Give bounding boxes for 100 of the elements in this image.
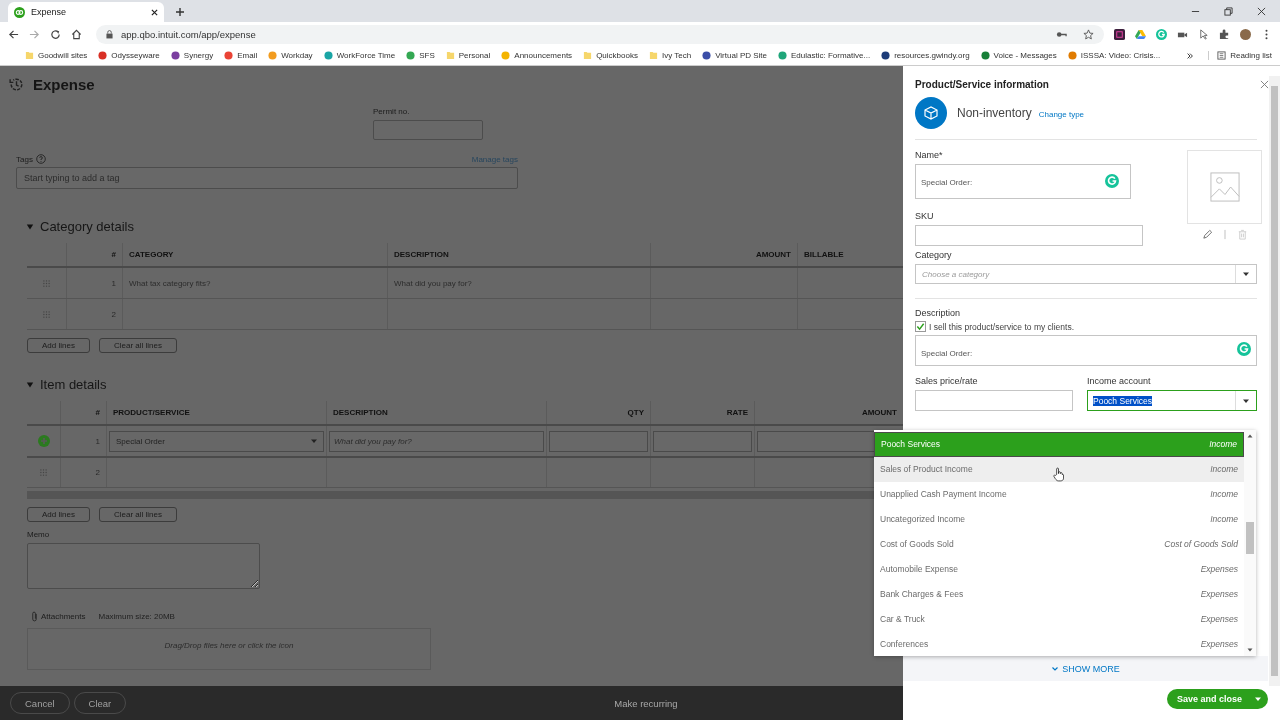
close-icon[interactable] [1257, 7, 1266, 16]
field-label: Income account [1087, 376, 1152, 386]
site-icon [980, 51, 990, 60]
clear-lines-button[interactable]: Clear all lines [98, 507, 177, 522]
clear-lines-button[interactable]: Clear all lines [98, 338, 177, 353]
add-lines-button[interactable]: Add lines [27, 338, 90, 353]
field-label: Sales price/rate [915, 376, 979, 386]
scroll-down-icon[interactable] [1246, 646, 1254, 654]
drag-handle-icon[interactable] [43, 279, 50, 287]
grammar-icon[interactable] [1156, 28, 1167, 40]
scroll-up-icon[interactable] [1246, 432, 1254, 440]
row-number: 2 [95, 468, 100, 477]
restore-icon[interactable] [1224, 7, 1233, 16]
drag-handle-icon[interactable] [43, 310, 50, 318]
add-lines-button[interactable]: Add lines [27, 507, 90, 522]
bookmark[interactable]: SFS [406, 51, 435, 60]
star-icon[interactable] [1083, 28, 1094, 40]
dropdown-option[interactable]: Car & Truck Expenses [874, 606, 1244, 632]
url-text: app.qbo.intuit.com/app/expense [121, 28, 256, 40]
bookmark[interactable]: Synergy [170, 51, 214, 60]
dropdown-option[interactable]: Conferences Expenses [874, 631, 1244, 657]
column-header: QTY [546, 401, 650, 424]
sales-price-field[interactable] [915, 390, 1073, 411]
caret-icon [1254, 695, 1262, 703]
pencil-icon[interactable] [1201, 229, 1213, 240]
field-label: Description [915, 308, 962, 318]
site-icon [268, 51, 278, 60]
dropdown-option[interactable]: Sales of Product Income Income [874, 456, 1244, 482]
section-title: Item details [40, 377, 107, 392]
checkbox[interactable] [915, 321, 926, 332]
paperclip-icon[interactable] [31, 611, 38, 622]
history-icon [8, 76, 25, 93]
forward-icon[interactable] [29, 28, 40, 40]
field-label: Category [915, 250, 953, 260]
rate-field[interactable] [653, 430, 752, 452]
memo-field[interactable] [27, 543, 260, 589]
drag-handle-icon[interactable] [40, 469, 47, 476]
site-icon [98, 51, 108, 60]
scrollbar[interactable] [1246, 522, 1254, 554]
site-icon [406, 51, 416, 60]
cancel-button[interactable]: Cancel [10, 692, 70, 714]
category-select[interactable]: Choose a category [915, 264, 1257, 284]
browser-tab[interactable]: Expense [8, 2, 164, 22]
close-icon[interactable] [151, 8, 158, 16]
qty-field[interactable] [549, 430, 648, 452]
change-type-link[interactable]: Change type [1038, 109, 1085, 119]
new-tab-icon[interactable] [175, 7, 185, 17]
pointer-cursor-icon [1053, 467, 1064, 482]
folder-icon [445, 51, 455, 60]
bookmark[interactable]: Personal [445, 51, 491, 60]
back-icon[interactable] [8, 28, 19, 40]
dropdown-option[interactable]: Cost of Goods Sold Cost of Goods Sold [874, 531, 1244, 557]
bookmark[interactable]: Odysseyware [98, 51, 160, 60]
bookmark[interactable]: ISSSA: Video: Crisis... [1067, 51, 1161, 60]
bookmark[interactable]: WorkForce Time [323, 51, 396, 60]
scrollbar[interactable] [1271, 86, 1278, 676]
bookmark[interactable]: Virtual PD Site [702, 51, 767, 60]
make-recurring-link[interactable]: Make recurring [614, 697, 678, 709]
permit-field[interactable] [373, 120, 483, 140]
sku-field[interactable] [915, 225, 1143, 246]
box-icon [915, 97, 947, 129]
bookmark[interactable]: resources.gwindy.org [881, 51, 970, 60]
home-icon[interactable] [71, 28, 82, 40]
bookmark[interactable]: Workday [268, 51, 313, 60]
name-field[interactable]: Special Order: [915, 164, 1131, 199]
income-account-select[interactable]: Pooch Services [1087, 390, 1257, 411]
dropdown-option[interactable]: Bank Charges & Fees Expenses [874, 581, 1244, 607]
avatar-icon[interactable] [1240, 28, 1251, 40]
grammar-icon[interactable] [1105, 174, 1119, 188]
caret-icon [1242, 270, 1250, 278]
bookmark[interactable]: Edulastic: Formative... [778, 51, 871, 60]
bookmark[interactable]: Quickbooks [583, 51, 638, 60]
address-bar[interactable]: app.qbo.intuit.com/app/expense [96, 24, 1104, 44]
dropdown-option[interactable]: Unapplied Cash Payment Income Income [874, 481, 1244, 507]
show-more-link[interactable]: SHOW MORE [903, 656, 1268, 681]
bookmark[interactable]: Email [224, 51, 258, 60]
bookmark[interactable]: Goodwill sites [25, 51, 88, 60]
bookmark[interactable]: Announcements [501, 51, 573, 60]
dropdown-option[interactable]: Pooch Services Income [874, 432, 1244, 457]
more-bookmarks-icon[interactable] [1186, 51, 1195, 60]
reading-list[interactable]: Reading list [1208, 51, 1272, 60]
dropdown-option[interactable]: Automobile Expense Expenses [874, 556, 1244, 582]
column-header: PRODUCT/SERVICE [106, 401, 326, 424]
help-icon[interactable] [35, 154, 46, 164]
description-field[interactable]: Special Order: [915, 335, 1257, 366]
collapse-icon[interactable] [26, 380, 34, 389]
reload-icon[interactable] [50, 28, 61, 40]
save-and-close-button[interactable]: Save and close [1166, 689, 1268, 709]
clear-button[interactable]: Clear [73, 692, 127, 714]
collapse-icon[interactable] [26, 222, 34, 231]
drive-icon[interactable] [1135, 28, 1146, 40]
bookmark[interactable]: Voice - Messages [980, 51, 1057, 60]
row-number: 2 [111, 309, 116, 319]
cursor-icon[interactable] [1198, 28, 1209, 40]
grammar-icon[interactable] [1237, 342, 1251, 356]
bookmark[interactable]: Ivy Tech [648, 51, 692, 60]
puzzle-icon[interactable] [1219, 28, 1230, 40]
caret-icon [310, 437, 318, 445]
dropdown-option[interactable]: Uncategorized Income Income [874, 506, 1244, 532]
extension-icon[interactable] [1114, 28, 1125, 40]
